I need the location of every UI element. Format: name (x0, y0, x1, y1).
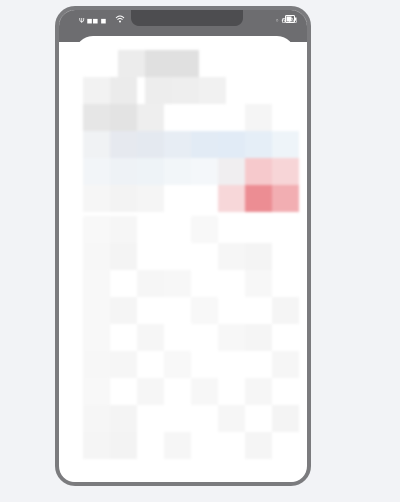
content-block (110, 243, 137, 270)
content-block (83, 405, 110, 432)
content-block (83, 158, 110, 185)
content-block (245, 324, 272, 351)
content-block (110, 351, 137, 378)
content-block (110, 131, 137, 158)
content-block (83, 77, 110, 104)
content-block (83, 297, 110, 324)
content-block (245, 131, 272, 158)
content-block (245, 243, 272, 270)
content-block (245, 378, 272, 405)
content-block (164, 351, 191, 378)
content-block (218, 158, 245, 185)
content-block (137, 158, 164, 185)
content-block (245, 185, 272, 212)
content-block (118, 50, 145, 77)
content-block (110, 185, 137, 212)
content-block (164, 131, 191, 158)
content-block (191, 131, 218, 158)
content-block (218, 405, 245, 432)
content-block (145, 50, 172, 77)
content-block (218, 185, 245, 212)
content-block (110, 297, 137, 324)
content-block (83, 351, 110, 378)
content-block (83, 243, 110, 270)
wifi-icon (115, 15, 125, 23)
content-block (172, 77, 199, 104)
content-block (272, 185, 299, 212)
camera-notch (131, 10, 243, 26)
content-block (110, 405, 137, 432)
content-block (83, 324, 110, 351)
content-block (218, 243, 245, 270)
content-block (272, 405, 299, 432)
carrier-text: Ψ ◼◼ ◼ (79, 17, 107, 25)
content-block (83, 378, 110, 405)
content-block (83, 216, 110, 243)
content-block (110, 104, 137, 131)
content-block (110, 216, 137, 243)
blurred-screen-content (75, 36, 299, 476)
content-block (137, 185, 164, 212)
content-block (272, 351, 299, 378)
content-block (164, 432, 191, 459)
content-block (191, 158, 218, 185)
screenshot-canvas: Ψ ◼◼ ◼ ◦ 63% (0, 0, 400, 502)
content-block (110, 158, 137, 185)
content-block (218, 131, 245, 158)
content-block (245, 432, 272, 459)
content-block (145, 77, 172, 104)
content-block (272, 131, 299, 158)
phone-frame: Ψ ◼◼ ◼ ◦ 63% (55, 6, 311, 486)
content-block (191, 216, 218, 243)
content-block (83, 131, 110, 158)
content-block (164, 158, 191, 185)
content-block (83, 432, 110, 459)
content-block (137, 324, 164, 351)
content-block (218, 324, 245, 351)
pixelated-content (83, 50, 301, 470)
content-block (172, 50, 199, 77)
content-block (137, 104, 164, 131)
content-block (191, 378, 218, 405)
content-block (83, 185, 110, 212)
content-block (191, 297, 218, 324)
battery-status: ◦ 63% (275, 15, 297, 26)
content-block (245, 158, 272, 185)
content-block (83, 270, 110, 297)
content-block (83, 104, 110, 131)
content-block (245, 104, 272, 131)
content-block (164, 270, 191, 297)
phone-bottom-bezel (59, 472, 307, 482)
content-block (137, 270, 164, 297)
content-block (137, 378, 164, 405)
content-block (199, 77, 226, 104)
content-block (110, 77, 137, 104)
battery-icon (285, 15, 297, 26)
content-block (137, 131, 164, 158)
content-block (245, 270, 272, 297)
content-block (272, 158, 299, 185)
content-block (110, 432, 137, 459)
content-block (272, 297, 299, 324)
